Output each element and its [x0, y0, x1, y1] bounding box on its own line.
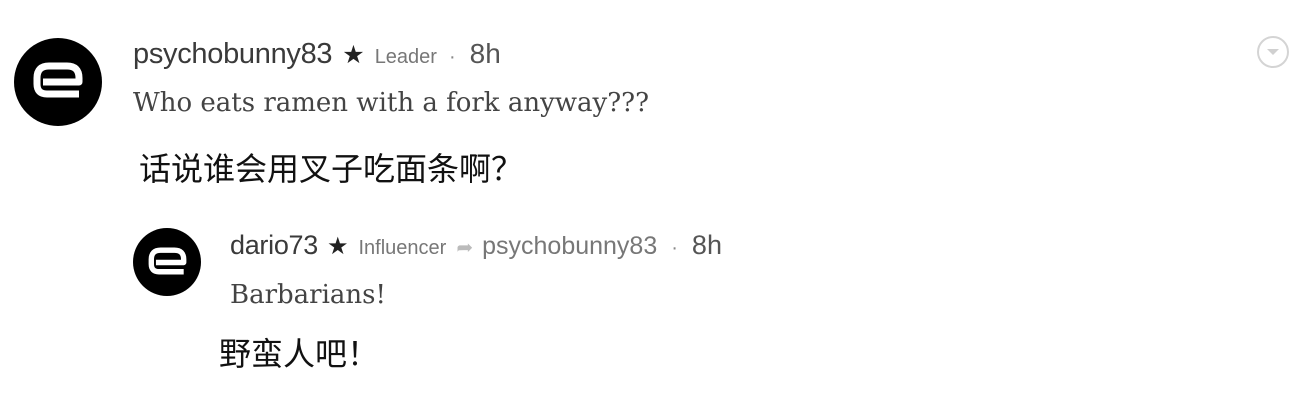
separator-dot: · [671, 237, 678, 259]
comment-translation: 话说谁会用叉子吃面条啊？ [139, 150, 524, 188]
e-logo-icon [148, 246, 186, 274]
comment-text: Who eats ramen with a fork anyway??? [133, 88, 650, 118]
e-logo-icon [33, 62, 83, 98]
comment-menu-button[interactable] [1257, 36, 1289, 68]
username[interactable]: psychobunny83 [133, 38, 333, 71]
reply-text: Barbarians! [230, 280, 386, 310]
comment-header: psychobunny83 ★ Leader · 8h [133, 38, 501, 71]
timestamp[interactable]: 8h [692, 230, 722, 261]
timestamp[interactable]: 8h [470, 38, 501, 70]
chevron-down-icon [1267, 49, 1279, 55]
user-badge: Influencer [358, 237, 447, 259]
star-icon: ★ [342, 40, 365, 69]
avatar[interactable] [133, 228, 201, 296]
reply-arrow-icon: ➦ [456, 235, 474, 259]
star-icon: ★ [326, 232, 349, 260]
user-badge: Leader [374, 46, 437, 68]
avatar[interactable] [14, 38, 102, 126]
reply-to-username[interactable]: psychobunny83 [482, 232, 657, 261]
separator-dot: · [448, 46, 456, 68]
username[interactable]: dario73 [230, 230, 318, 261]
reply-translation: 野蛮人吧！ [219, 335, 380, 373]
reply-header: dario73 ★ Influencer ➦ psychobunny83 · 8… [230, 230, 722, 261]
